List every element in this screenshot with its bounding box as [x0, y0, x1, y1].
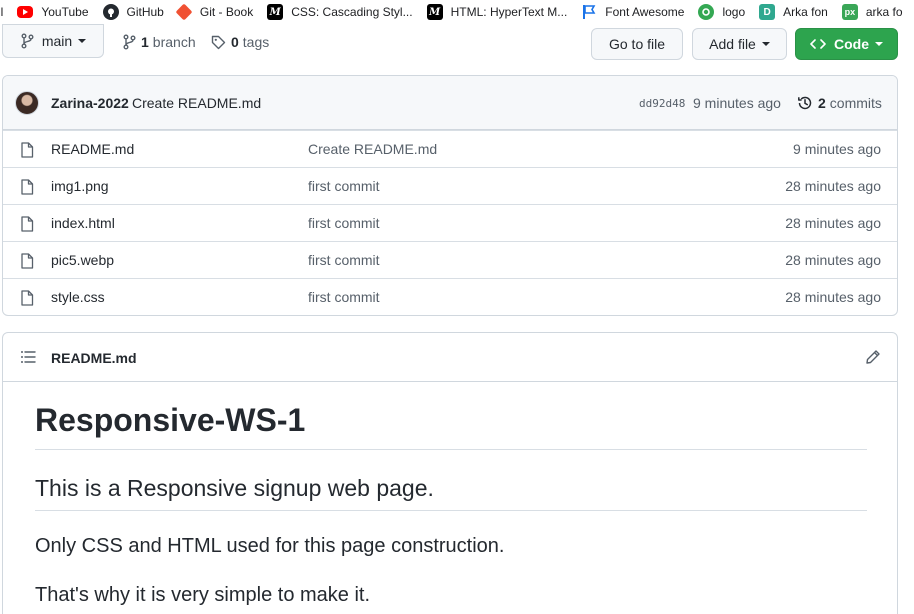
- commit-time: 9 minutes ago: [693, 95, 781, 111]
- git-icon: [175, 3, 193, 21]
- history-icon: [798, 96, 812, 110]
- pencil-icon[interactable]: [865, 349, 881, 365]
- bookmark-arka-fon[interactable]: D Arka fon: [759, 0, 828, 24]
- arka-icon: D: [759, 4, 776, 20]
- branches-link[interactable]: 1 branch: [122, 34, 196, 50]
- readme-content: Responsive-WS-1 This is a Responsive sig…: [35, 382, 867, 608]
- file-name-link[interactable]: index.html: [51, 215, 115, 231]
- code-icon: [810, 39, 826, 49]
- readme-paragraph: That's why it is very simple to make it.: [35, 583, 371, 606]
- bookmark-partial[interactable]: il: [0, 0, 3, 24]
- commits-history-link[interactable]: 2 commits: [797, 95, 882, 111]
- go-to-file-label: Go to file: [608, 36, 666, 52]
- bookmark-github[interactable]: GitHub: [102, 0, 164, 24]
- file-commit-link[interactable]: Create README.md: [308, 141, 437, 157]
- file-commit-link[interactable]: first commit: [308, 215, 380, 231]
- repo-toolbar: main 1 branch 0 tags Go to file Add file…: [0, 24, 914, 60]
- table-row: style.css first commit 28 minutes ago: [3, 278, 897, 315]
- file-icon: [21, 216, 34, 232]
- file-name-link[interactable]: style.css: [51, 289, 105, 305]
- file-age: 28 minutes ago: [785, 289, 881, 305]
- bookmark-youtube[interactable]: YouTube: [17, 0, 89, 24]
- readme-title: README.md: [51, 350, 137, 366]
- bookmark-label: CSS: Cascading Styl...: [291, 5, 413, 19]
- latest-commit-bar: Zarina-2022 Create README.md dd92d48 9 m…: [3, 76, 897, 130]
- chevron-down-icon: [875, 42, 883, 46]
- file-commit-link[interactable]: first commit: [308, 289, 380, 305]
- bookmark-arka-fo[interactable]: px arka fo: [841, 0, 903, 24]
- file-age: 28 minutes ago: [785, 252, 881, 268]
- branch-count: 1: [141, 34, 149, 50]
- list-icon[interactable]: [20, 350, 36, 364]
- table-row: img1.png first commit 28 minutes ago: [3, 167, 897, 204]
- bookmark-label: Arka fon: [783, 5, 828, 19]
- file-age: 28 minutes ago: [785, 178, 881, 194]
- commit-author-link[interactable]: Zarina-2022: [51, 95, 129, 111]
- readme-panel: README.md Responsive-WS-1 This is a Resp…: [2, 332, 898, 614]
- github-icon: [102, 4, 119, 20]
- branch-word: branch: [152, 34, 196, 50]
- px-icon: px: [841, 4, 858, 20]
- bookmark-logo[interactable]: logo: [698, 0, 745, 24]
- bookmark-html[interactable]: M HTML: HyperText M...: [426, 0, 568, 24]
- tags-word: tags: [242, 34, 270, 50]
- file-icon: [21, 142, 34, 158]
- file-listing: Zarina-2022 Create README.md dd92d48 9 m…: [2, 75, 898, 316]
- table-row: pic5.webp first commit 28 minutes ago: [3, 241, 897, 278]
- readme-paragraph: Only CSS and HTML used for this page con…: [35, 534, 505, 557]
- table-row: index.html first commit 28 minutes ago: [3, 204, 897, 241]
- bookmark-label: Git - Book: [199, 5, 254, 19]
- readme-subheading: This is a Responsive signup web page.: [35, 474, 867, 511]
- bookmark-label: HTML: HyperText M...: [450, 5, 568, 19]
- branch-name: main: [41, 33, 73, 49]
- bookmark-font-awesome[interactable]: Font Awesome: [581, 0, 684, 24]
- mdn-icon: M: [426, 4, 443, 20]
- bookmark-label: Font Awesome: [605, 5, 685, 19]
- file-icon: [21, 253, 34, 269]
- add-file-label: Add file: [709, 36, 756, 52]
- avatar[interactable]: [15, 91, 39, 115]
- readme-heading: Responsive-WS-1: [35, 382, 867, 450]
- file-age: 28 minutes ago: [785, 215, 881, 231]
- commit-message-link[interactable]: Create README.md: [132, 95, 261, 111]
- commit-count-word: commits: [829, 95, 882, 111]
- commit-sha-link[interactable]: dd92d48: [639, 97, 685, 110]
- table-row: README.md Create README.md 9 minutes ago: [3, 130, 897, 167]
- bookmark-label: arka fo: [865, 5, 903, 19]
- bookmark-label: logo: [722, 5, 746, 19]
- file-name-link[interactable]: img1.png: [51, 178, 109, 194]
- branch-icon: [21, 33, 34, 49]
- bookmark-label: YouTube: [41, 5, 89, 19]
- file-age: 9 minutes ago: [793, 141, 881, 157]
- commit-count: 2: [818, 95, 826, 111]
- file-icon: [21, 179, 34, 195]
- go-to-file-button[interactable]: Go to file: [591, 28, 683, 60]
- file-commit-link[interactable]: first commit: [308, 252, 380, 268]
- file-name-link[interactable]: pic5.webp: [51, 252, 114, 268]
- bookmarks-bar: il YouTube GitHub Git - Book M CSS: Casc…: [0, 0, 914, 24]
- file-icon: [21, 290, 34, 306]
- mdn-icon: M: [267, 4, 284, 20]
- chevron-down-icon: [761, 42, 770, 46]
- chevron-down-icon: [78, 39, 87, 43]
- branch-select-button[interactable]: main: [2, 24, 104, 58]
- add-file-button[interactable]: Add file: [692, 28, 787, 60]
- file-name-link[interactable]: README.md: [51, 141, 134, 157]
- youtube-icon: [17, 6, 34, 18]
- flag-icon: [581, 4, 597, 20]
- tags-link[interactable]: 0 tags: [211, 34, 269, 50]
- branch-icon: [123, 34, 136, 50]
- bookmark-git-book[interactable]: Git - Book: [175, 0, 254, 24]
- file-commit-link[interactable]: first commit: [308, 178, 380, 194]
- logo-icon: [698, 4, 715, 20]
- code-button[interactable]: Code: [795, 28, 898, 60]
- bookmark-label: GitHub: [126, 5, 164, 19]
- tags-count: 0: [231, 34, 239, 50]
- bookmark-label: il: [0, 5, 4, 19]
- readme-header: README.md: [3, 333, 897, 382]
- code-label: Code: [834, 36, 869, 52]
- tag-icon: [211, 35, 226, 49]
- bookmark-css[interactable]: M CSS: Cascading Styl...: [267, 0, 413, 24]
